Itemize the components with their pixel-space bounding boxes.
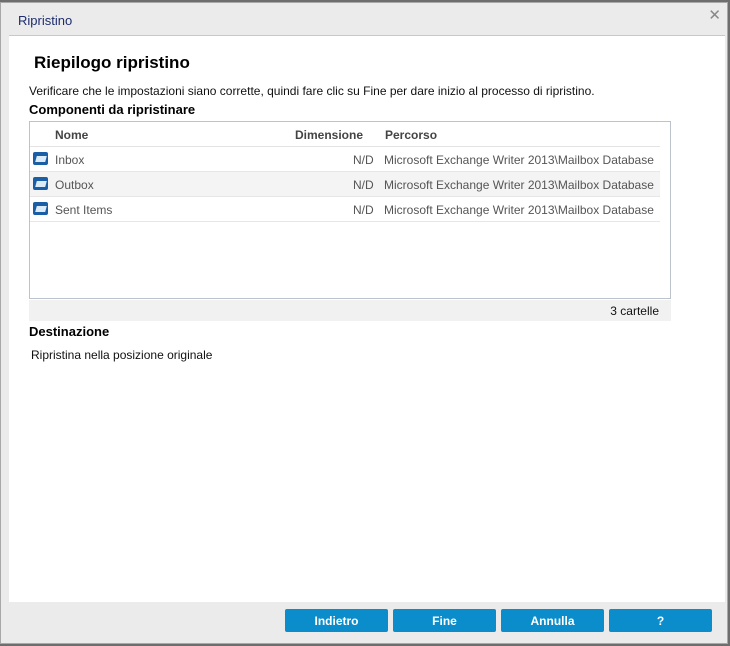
close-icon[interactable]: ✕ (708, 6, 721, 24)
table-row[interactable]: Outbox N/D Microsoft Exchange Writer 201… (30, 172, 660, 197)
back-button[interactable]: Indietro (285, 609, 388, 632)
dialog-title: Ripristino (18, 13, 73, 28)
table-row[interactable]: Sent Items N/D Microsoft Exchange Writer… (30, 197, 660, 222)
row-size: N/D (353, 203, 374, 217)
column-path[interactable]: Percorso (385, 128, 437, 142)
column-size[interactable]: Dimensione (295, 128, 363, 142)
finish-button[interactable]: Fine (393, 609, 496, 632)
help-button[interactable]: ? (609, 609, 712, 632)
row-name: Sent Items (55, 203, 113, 217)
row-size: N/D (353, 153, 374, 167)
row-name: Inbox (55, 153, 85, 167)
destination-value: Ripristina nella posizione originale (31, 348, 213, 362)
components-label: Componenti da ripristinare (29, 102, 196, 117)
dialog-content: Riepilogo ripristino Verificare che le i… (9, 35, 725, 602)
folder-icon (33, 202, 48, 215)
folder-icon (33, 177, 48, 190)
row-size: N/D (353, 178, 374, 192)
row-path: Microsoft Exchange Writer 2013\Mailbox D… (384, 153, 654, 167)
destination-label: Destinazione (29, 324, 110, 339)
column-name[interactable]: Nome (55, 128, 88, 142)
row-path: Microsoft Exchange Writer 2013\Mailbox D… (384, 178, 654, 192)
description: Verificare che le impostazioni siano cor… (29, 84, 595, 98)
components-table: Nome Dimensione Percorso Inbox N/D Micro… (29, 121, 671, 299)
row-name: Outbox (55, 178, 94, 192)
restore-dialog: Ripristino ✕ Riepilogo ripristino Verifi… (0, 2, 728, 644)
folder-icon (33, 152, 48, 165)
page-title: Riepilogo ripristino (34, 53, 190, 72)
folder-count: 3 cartelle (29, 300, 671, 321)
table-row[interactable]: Inbox N/D Microsoft Exchange Writer 2013… (30, 147, 660, 172)
row-path: Microsoft Exchange Writer 2013\Mailbox D… (384, 203, 654, 217)
cancel-button[interactable]: Annulla (501, 609, 604, 632)
table-header: Nome Dimensione Percorso (30, 122, 660, 147)
